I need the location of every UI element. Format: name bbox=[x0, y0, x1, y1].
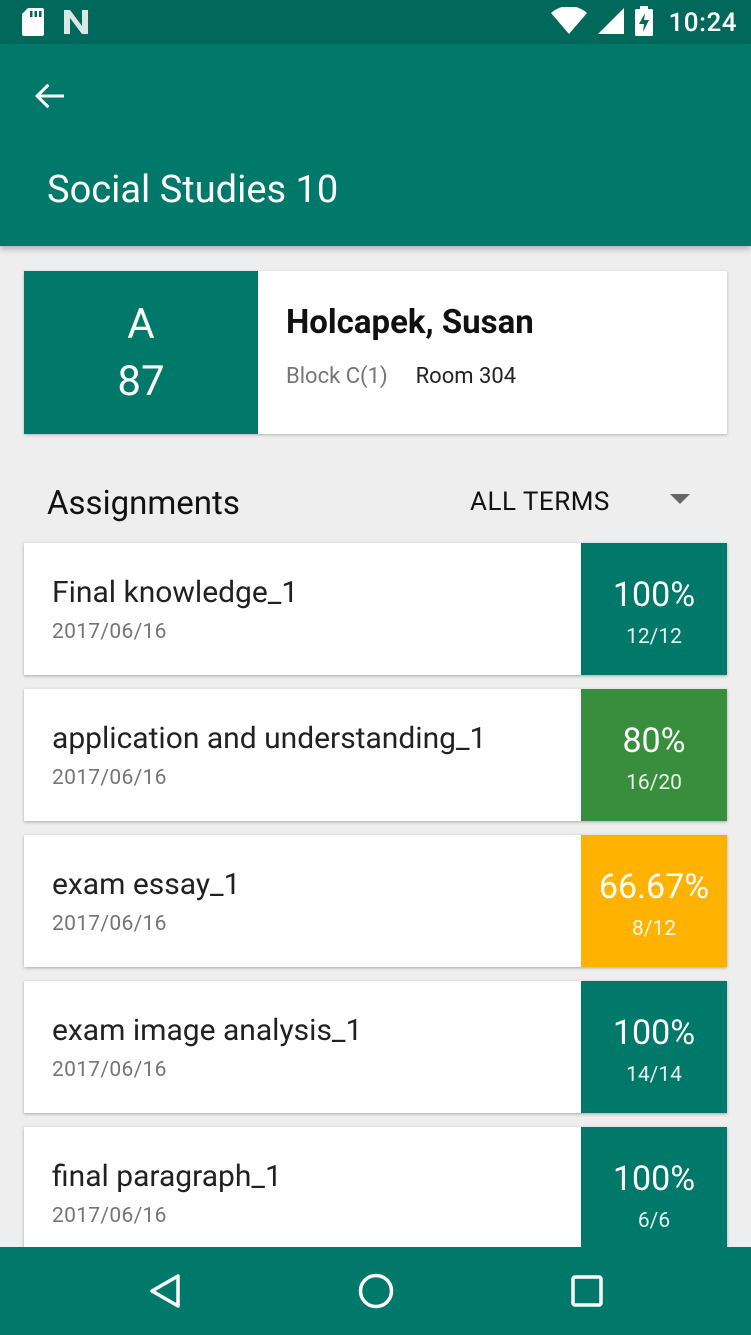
assignment-score-box: 80% 16/20 bbox=[581, 689, 727, 821]
assignment-row[interactable]: Final knowledge_1 2017/06/16 100% 12/12 bbox=[24, 543, 727, 675]
recents-square-icon[interactable] bbox=[567, 1271, 607, 1311]
battery-charging-icon bbox=[634, 6, 653, 40]
assignment-fraction: 12/12 bbox=[626, 625, 682, 649]
assignment-fraction: 16/20 bbox=[626, 771, 682, 795]
assignments-header: Assignments ALL TERMS bbox=[0, 478, 751, 534]
room-label: Room 304 bbox=[415, 364, 517, 389]
assignment-fraction: 14/14 bbox=[626, 1063, 682, 1087]
overall-grade-box: A 87 bbox=[24, 271, 258, 434]
assignment-name: final paragraph_1 bbox=[52, 1159, 282, 1194]
assignment-date: 2017/06/16 bbox=[52, 1058, 167, 1082]
wifi-icon bbox=[550, 6, 587, 39]
notification-n-icon bbox=[62, 8, 90, 40]
teacher-info: Holcapek, Susan Block C(1) Room 304 bbox=[258, 271, 534, 434]
assignment-score-box: 100% 6/6 bbox=[581, 1127, 727, 1259]
dropdown-arrow-icon bbox=[670, 494, 690, 504]
assignment-row[interactable]: exam image analysis_1 2017/06/16 100% 14… bbox=[24, 981, 727, 1113]
app-bar: Social Studies 10 bbox=[0, 44, 751, 246]
assignment-percent: 100% bbox=[612, 1013, 696, 1053]
grade-letter: A bbox=[127, 300, 155, 349]
block-label: Block C(1) bbox=[286, 364, 388, 389]
assignment-date: 2017/06/16 bbox=[52, 912, 167, 936]
assignment-row[interactable]: final paragraph_1 2017/06/16 100% 6/6 bbox=[24, 1127, 727, 1259]
assignment-name: exam essay_1 bbox=[52, 867, 241, 902]
assignment-percent: 100% bbox=[612, 1159, 696, 1199]
assignment-score-box: 66.67% 8/12 bbox=[581, 835, 727, 967]
back-triangle-icon[interactable] bbox=[146, 1271, 186, 1311]
assignment-percent: 66.67% bbox=[598, 867, 710, 907]
assignment-row[interactable]: application and understanding_1 2017/06/… bbox=[24, 689, 727, 821]
assignment-fraction: 6/6 bbox=[637, 1209, 671, 1233]
assignment-percent: 80% bbox=[622, 721, 686, 761]
assignment-score-box: 100% 12/12 bbox=[581, 543, 727, 675]
sd-card-icon bbox=[22, 8, 44, 40]
term-filter-dropdown[interactable]: ALL TERMS bbox=[470, 482, 700, 522]
assignment-date: 2017/06/16 bbox=[52, 766, 167, 790]
assignment-score-box: 100% 14/14 bbox=[581, 981, 727, 1113]
grade-score: 87 bbox=[117, 357, 165, 406]
assignment-name: Final knowledge_1 bbox=[52, 575, 299, 610]
teacher-name: Holcapek, Susan bbox=[286, 303, 534, 342]
assignment-percent: 100% bbox=[612, 575, 696, 615]
page-title: Social Studies 10 bbox=[47, 168, 339, 212]
assignments-heading: Assignments bbox=[47, 484, 240, 523]
clock: 10:24 bbox=[668, 8, 737, 38]
term-filter-label: ALL TERMS bbox=[470, 487, 610, 517]
assignment-date: 2017/06/16 bbox=[52, 1204, 167, 1228]
assignment-fraction: 8/12 bbox=[631, 917, 677, 941]
assignment-row[interactable]: exam essay_1 2017/06/16 66.67% 8/12 bbox=[24, 835, 727, 967]
cell-signal-icon bbox=[597, 7, 625, 39]
status-bar: 10:24 bbox=[0, 0, 751, 44]
home-circle-icon[interactable] bbox=[356, 1271, 396, 1311]
teacher-card: A 87 Holcapek, Susan Block C(1) Room 304 bbox=[24, 271, 727, 434]
system-nav-bar bbox=[0, 1247, 751, 1335]
back-arrow-icon[interactable] bbox=[30, 76, 70, 116]
assignment-name: exam image analysis_1 bbox=[52, 1013, 363, 1048]
assignment-name: application and understanding_1 bbox=[52, 721, 487, 756]
assignment-date: 2017/06/16 bbox=[52, 620, 167, 644]
